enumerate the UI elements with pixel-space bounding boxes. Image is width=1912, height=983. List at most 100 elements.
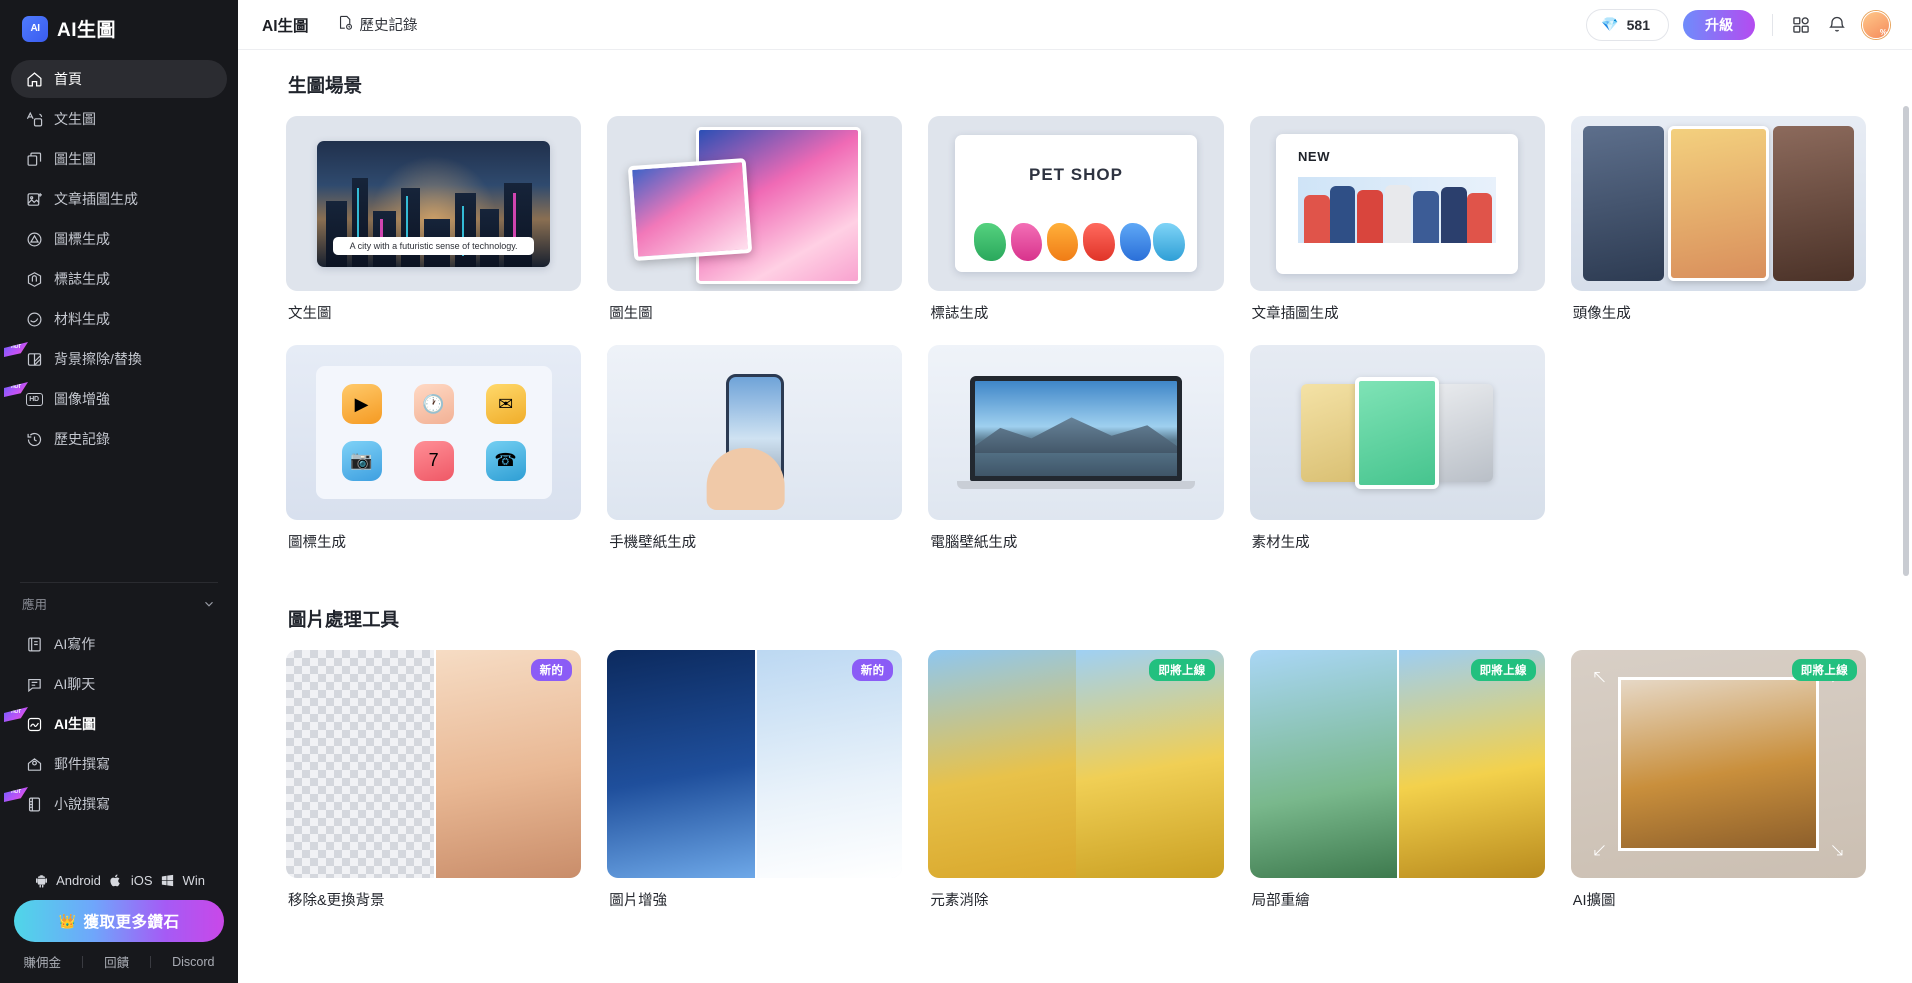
sidebar-item-ai-image[interactable]: HOT AI生圖: [4, 705, 227, 743]
mail-write-icon: [25, 755, 43, 773]
petshop-logo-thumb: PET SHOP: [928, 116, 1224, 291]
platform-label-android[interactable]: Android: [56, 873, 101, 888]
topbar-history-button[interactable]: 歷史記錄: [337, 14, 418, 35]
android-icon[interactable]: [33, 872, 49, 888]
sidebar-item-label: 歷史記錄: [54, 431, 110, 447]
user-avatar[interactable]: [1862, 10, 1890, 39]
sidebar-item-article-illustration[interactable]: 文章插圖生成: [11, 180, 227, 218]
icon-set-thumb: ▶ 🕐 ✉ 📷 7 ☎: [286, 345, 582, 520]
novel-write-icon: [25, 795, 43, 813]
content-scroll-area[interactable]: 生圖場景 A city with a futuristic sense of t…: [238, 50, 1912, 983]
topbar: AI生圖 歷史記錄 💎 581 升級: [238, 0, 1912, 50]
scene-card-text-to-image[interactable]: A city with a futuristic sense of techno…: [286, 116, 582, 345]
sidebar-item-novel-write[interactable]: HOT 小說撰寫: [4, 785, 227, 823]
scene-card-label: 電腦壁紙生成: [930, 535, 1018, 551]
sidebar-item-mail-write[interactable]: 郵件撰寫: [11, 745, 227, 783]
history-doc-icon: [337, 14, 354, 35]
ai-image-icon: [25, 715, 43, 733]
windows-icon[interactable]: [160, 872, 176, 888]
scene-card-label: 素材生成: [1251, 535, 1310, 551]
topbar-separator: [1772, 13, 1773, 36]
home-icon: [25, 70, 43, 88]
credits-badge[interactable]: 💎 581: [1586, 8, 1669, 41]
article-people-thumb: NEW: [1249, 116, 1545, 291]
apple-icon[interactable]: [108, 872, 124, 888]
scene-card-material-generate[interactable]: 素材生成: [1249, 345, 1545, 574]
sidebar-item-image-enhance[interactable]: HOT HD 圖像增強: [4, 380, 227, 418]
sidebar-item-ai-chat[interactable]: AI聊天: [11, 665, 227, 703]
scrollbar-track[interactable]: [1903, 106, 1909, 977]
platform-links: Android iOS Win: [0, 872, 238, 888]
scene-card-logo-generate[interactable]: PET SHOP 標誌生成: [928, 116, 1224, 345]
apps-group-label: 應用: [22, 598, 48, 612]
bell-icon[interactable]: [1826, 14, 1848, 36]
scene-card-phone-wallpaper[interactable]: 手機壁紙生成: [607, 345, 903, 574]
grid-apps-icon[interactable]: [1790, 14, 1812, 36]
sidebar-item-label: 郵件撰寫: [54, 756, 110, 772]
gem-button-label: 獲取更多鑽石: [83, 914, 180, 931]
brand-logo[interactable]: AI AI生圖: [0, 0, 238, 54]
footer-link-commission[interactable]: 賺佣金: [3, 952, 83, 971]
material-generate-icon: [25, 310, 43, 328]
bg-remove-thumb: 新的: [286, 650, 582, 878]
sidebar-item-ai-writing[interactable]: AI寫作: [11, 625, 227, 663]
material-set-thumb: [1249, 345, 1545, 520]
topbar-history-label: 歷史記錄: [359, 18, 418, 34]
sidebar-item-label: 圖生圖: [54, 151, 96, 167]
apps-group-header[interactable]: 應用: [0, 583, 238, 619]
footer-link-discord[interactable]: Discord: [151, 955, 235, 969]
sidebar-item-label: 文生圖: [54, 111, 96, 127]
object-erase-thumb: 即將上線: [928, 650, 1224, 878]
enhance-thumb: 新的: [607, 650, 903, 878]
scene-card-avatar-generate[interactable]: 頭像生成: [1570, 116, 1866, 345]
section-title-tools: 圖片處理工具: [288, 609, 400, 630]
upgrade-button[interactable]: 升級: [1683, 9, 1755, 40]
sidebar-item-label: AI生圖: [54, 716, 96, 732]
ai-chat-icon: [25, 675, 43, 693]
hd-enhance-icon: HD: [25, 390, 43, 408]
scrollbar-thumb[interactable]: [1903, 106, 1909, 576]
ai-writing-icon: [25, 635, 43, 653]
page-title: AI生圖: [262, 17, 309, 35]
footer-link-feedback[interactable]: 回饋: [83, 952, 150, 971]
sidebar-item-image-to-image[interactable]: 圖生圖: [11, 140, 227, 178]
scene-card-image-to-image[interactable]: 圖生圖: [607, 116, 903, 345]
prompt-caption: A city with a futuristic sense of techno…: [333, 237, 534, 256]
scene-card-article-illustration[interactable]: NEW 文章插圖生成: [1249, 116, 1545, 345]
tool-card-image-enhance[interactable]: 新的 圖片增強: [607, 650, 903, 932]
sidebar-item-home[interactable]: 首頁: [11, 60, 227, 98]
scene-cards-grid: A city with a futuristic sense of techno…: [286, 116, 1866, 574]
logo-sample-text: PET SHOP: [1029, 165, 1123, 185]
sidebar-item-text-to-image[interactable]: 文生圖: [11, 100, 227, 138]
sidebar-item-material-generate[interactable]: 材料生成: [11, 300, 227, 338]
city-prompt-thumb: A city with a futuristic sense of techno…: [286, 116, 582, 291]
platform-label-ios[interactable]: iOS: [131, 873, 153, 888]
sidebar-item-background-remove[interactable]: HOT 背景擦除/替換: [4, 340, 227, 378]
tool-card-label: 元素消除: [930, 893, 989, 909]
scene-card-label: 文生圖: [288, 306, 332, 322]
status-badge: 即將上線: [1470, 659, 1536, 681]
tool-card-object-erase[interactable]: 即將上線 元素消除: [928, 650, 1224, 932]
topbar-actions: 💎 581 升級: [1586, 8, 1890, 41]
scene-card-label: 文章插圖生成: [1251, 306, 1339, 322]
sidebar-item-icon-generate[interactable]: 圖標生成: [11, 220, 227, 258]
get-more-diamonds-button[interactable]: 👑 獲取更多鑽石: [14, 900, 224, 942]
text-to-image-icon: [25, 110, 43, 128]
tool-card-background-remove[interactable]: 新的 移除&更換背景: [286, 650, 582, 932]
sidebar-item-logo-generate[interactable]: 標誌生成: [11, 260, 227, 298]
scene-card-desktop-wallpaper[interactable]: 電腦壁紙生成: [928, 345, 1224, 574]
brand-title: AI生圖: [57, 20, 117, 41]
scene-card-icon-generate[interactable]: ▶ 🕐 ✉ 📷 7 ☎ 圖標生成: [286, 345, 582, 574]
expand-arrow-icon: ↘: [1829, 840, 1846, 862]
tool-card-outpaint[interactable]: 即將上線 ↖ ↗ ↙ ↘ AI擴圖: [1570, 650, 1866, 932]
logo-generate-icon: [25, 270, 43, 288]
laptop-wallpaper-thumb: [928, 345, 1224, 520]
status-badge: 新的: [530, 659, 573, 681]
tool-card-inpaint[interactable]: 即將上線 局部重繪: [1249, 650, 1545, 932]
platform-label-win[interactable]: Win: [183, 873, 205, 888]
sidebar-item-history[interactable]: 歷史記錄: [11, 420, 227, 458]
scene-card-label: 標誌生成: [930, 306, 989, 322]
chevron-down-icon[interactable]: [202, 597, 216, 611]
scene-card-label: 圖生圖: [609, 306, 653, 322]
anime-stack-thumb: [607, 116, 903, 291]
